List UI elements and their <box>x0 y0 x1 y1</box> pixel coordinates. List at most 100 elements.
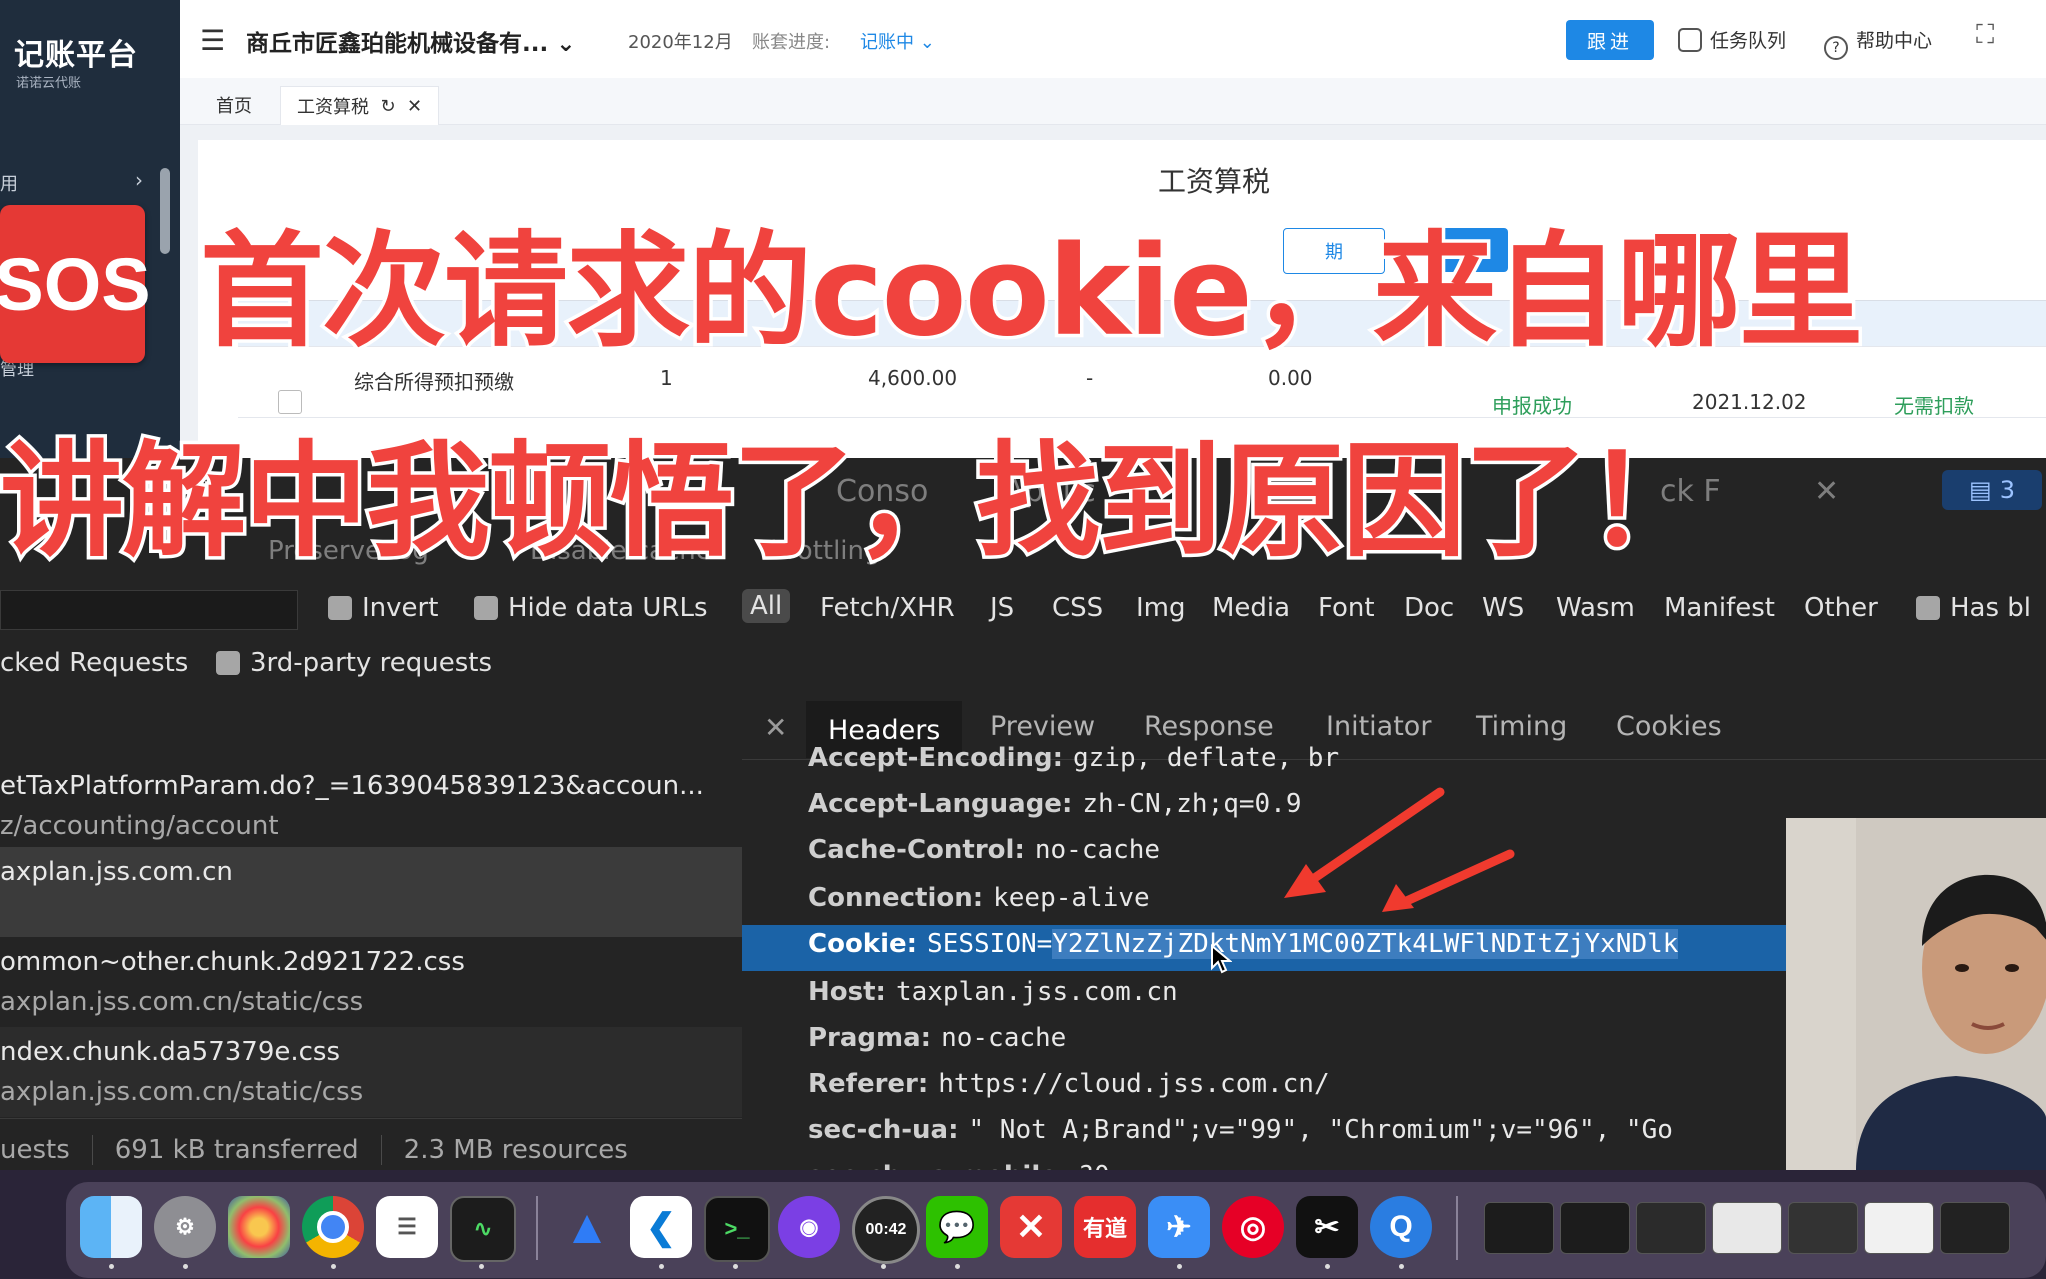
filter-ws[interactable]: WS <box>1482 593 1524 623</box>
reminders-icon[interactable]: ☰ <box>376 1196 438 1258</box>
sidebar-scrollbar[interactable] <box>160 168 170 254</box>
finder-icon[interactable] <box>80 1196 142 1258</box>
request-name: ommon~other.chunk.2d921722.css <box>0 947 465 977</box>
checkbox-icon <box>474 596 498 620</box>
header-pragma[interactable]: Pragma: no-cache <box>808 1023 1066 1053</box>
logo: 记账平台 <box>14 38 138 73</box>
request-row[interactable]: etTaxPlatformParam.do?_=1639045839123&ac… <box>0 763 742 845</box>
chrome-icon[interactable] <box>302 1196 364 1258</box>
tab-timing[interactable]: Timing <box>1476 711 1567 742</box>
window-thumbnail[interactable] <box>1864 1202 1934 1254</box>
window-thumbnail[interactable] <box>1636 1202 1706 1254</box>
header-sec-ch-ua[interactable]: sec-ch-ua: " Not A;Brand";v="99", "Chromi… <box>808 1115 1673 1145</box>
request-row-selected[interactable]: axplan.jss.com.cn <box>0 847 742 937</box>
sidebar-item[interactable]: 用 <box>0 170 18 196</box>
quicktime-icon[interactable]: Q <box>1370 1196 1432 1258</box>
sos-badge: SOS <box>0 205 151 363</box>
issues-badge[interactable]: ▤ 3 <box>1942 470 2042 510</box>
mouse-cursor-icon <box>1211 944 1232 974</box>
header-connection[interactable]: Connection: keep-alive <box>808 883 1150 913</box>
logo-subtitle: 诺诺云代账 <box>16 76 82 91</box>
vscode-icon[interactable]: ❮ <box>630 1196 692 1258</box>
filter-media[interactable]: Media <box>1212 593 1290 623</box>
tab-initiator[interactable]: Initiator <box>1326 711 1431 742</box>
window-thumbnail[interactable] <box>1560 1202 1630 1254</box>
blocked-requests-checkbox[interactable]: cked Requests <box>0 648 188 678</box>
dock-separator <box>1456 1196 1458 1260</box>
cookie-selected-text: Y2ZlNzZjZDktNmY1MC00ZTk4LWFlNDItZjYxNDlk <box>1052 929 1679 959</box>
activity-monitor-icon[interactable]: ∿ <box>450 1196 516 1262</box>
window-thumbnail[interactable] <box>1712 1202 1782 1254</box>
youdao-icon[interactable]: 有道 <box>1074 1196 1136 1258</box>
third-party-requests-checkbox[interactable]: 3rd-party requests <box>216 648 492 678</box>
filter-doc[interactable]: Doc <box>1404 593 1454 623</box>
hide-data-urls-checkbox[interactable]: Hide data URLs <box>474 593 708 623</box>
terminal-icon[interactable]: >_ <box>704 1196 770 1262</box>
header-accept-language[interactable]: Accept-Language: zh-CN,zh;q=0.9 <box>808 789 1302 819</box>
running-indicator <box>955 1264 960 1269</box>
company-selector[interactable]: 商丘市匠鑫珀能机械设备有... ⌄ <box>246 24 576 58</box>
xmind-icon[interactable]: ✕ <box>1000 1196 1062 1258</box>
request-row[interactable]: ndex.chunk.da57379e.css axplan.jss.com.c… <box>0 1027 742 1117</box>
webcam-video <box>1786 818 2046 1170</box>
capcut-icon[interactable]: ✂ <box>1296 1196 1358 1258</box>
timer-icon[interactable]: 00:42 <box>852 1196 920 1264</box>
github-desktop-icon[interactable]: ◉ <box>778 1196 840 1258</box>
task-queue-button[interactable]: 任务队列 <box>1678 26 1786 53</box>
filter-img[interactable]: Img <box>1136 593 1186 623</box>
has-blocked-cookies-checkbox[interactable]: Has bl <box>1916 593 2031 623</box>
running-indicator <box>1325 1264 1330 1269</box>
request-list: etTaxPlatformParam.do?_=1639045839123&ac… <box>0 697 743 1159</box>
running-indicator <box>733 1264 738 1269</box>
task-queue-icon <box>1678 28 1702 52</box>
request-row[interactable]: ommon~other.chunk.2d921722.css axplan.js… <box>0 937 742 1027</box>
wechat-icon[interactable]: 💬 <box>926 1196 988 1258</box>
filter-css[interactable]: CSS <box>1052 593 1103 623</box>
system-preferences-icon[interactable]: ⚙ <box>154 1196 216 1258</box>
filter-fetch-xhr[interactable]: Fetch/XHR <box>820 593 955 623</box>
tab-cookies[interactable]: Cookies <box>1616 711 1722 742</box>
header-cookie[interactable]: Cookie: SESSION=Y2ZlNzZjZDktNmY1MC00ZTk4L… <box>808 929 1679 959</box>
tab-response[interactable]: Response <box>1144 711 1274 742</box>
filter-font[interactable]: Font <box>1318 593 1375 623</box>
message-icon: ▤ <box>1969 476 1992 504</box>
request-name: axplan.jss.com.cn <box>0 857 233 887</box>
window-thumbnail[interactable] <box>1940 1202 2010 1254</box>
close-icon[interactable]: ✕ <box>407 96 422 117</box>
filter-js[interactable]: JS <box>990 593 1014 623</box>
menu-icon[interactable]: ☰ <box>200 24 225 57</box>
photos-icon[interactable] <box>228 1196 290 1258</box>
invert-checkbox[interactable]: Invert <box>328 593 438 623</box>
chevron-right-icon: › <box>135 168 143 192</box>
tab-payroll-tax[interactable]: 工资算税 ↻ ✕ <box>280 86 440 125</box>
filter-input[interactable] <box>0 590 298 630</box>
window-thumbnail[interactable] <box>1484 1202 1554 1254</box>
filter-other[interactable]: Other <box>1804 593 1878 623</box>
window-thumbnail[interactable] <box>1788 1202 1858 1254</box>
header-referer[interactable]: Referer: https://cloud.jss.com.cn/ <box>808 1069 1330 1099</box>
netease-music-icon[interactable]: ◎ <box>1222 1196 1284 1258</box>
chevron-down-icon: ⌄ <box>556 31 576 57</box>
refresh-icon[interactable]: ↻ <box>380 96 395 117</box>
close-icon[interactable]: ✕ <box>1814 474 1839 509</box>
cell-deduct: 无需扣款 <box>1894 394 1974 418</box>
progress-value[interactable]: 记账中 ⌄ <box>860 28 935 54</box>
request-path: axplan.jss.com.cn/static/css <box>0 987 364 1017</box>
headline-line-2: 讲解中我顿悟了，找到原因了！ <box>0 427 1714 578</box>
help-center-button[interactable]: ? 帮助中心 <box>1824 26 1932 60</box>
header-accept-encoding[interactable]: Accept-Encoding: gzip, deflate, br <box>808 743 1339 773</box>
filter-wasm[interactable]: Wasm <box>1556 593 1635 623</box>
close-icon[interactable]: ✕ <box>764 711 787 744</box>
follow-button[interactable]: 跟进 <box>1566 20 1654 60</box>
header-host[interactable]: Host: taxplan.jss.com.cn <box>808 977 1178 1007</box>
dock-separator <box>536 1196 538 1260</box>
feishu-icon[interactable]: ✈ <box>1148 1196 1210 1258</box>
tab-preview[interactable]: Preview <box>990 711 1095 742</box>
instruments-icon[interactable]: ▲ <box>556 1196 618 1258</box>
tab-home[interactable]: 首页 <box>200 86 268 124</box>
header-cache-control[interactable]: Cache-Control: no-cache <box>808 835 1160 865</box>
fullscreen-icon[interactable]: ⛶ <box>1976 20 1994 51</box>
filter-all[interactable]: All <box>742 589 791 623</box>
dock: ⚙ ☰ ∿ ▲ ❮ >_ ◉ 00:42 💬 ✕ 有道 ✈ ◎ ✂ Q <box>66 1182 2046 1278</box>
filter-manifest[interactable]: Manifest <box>1664 593 1775 623</box>
